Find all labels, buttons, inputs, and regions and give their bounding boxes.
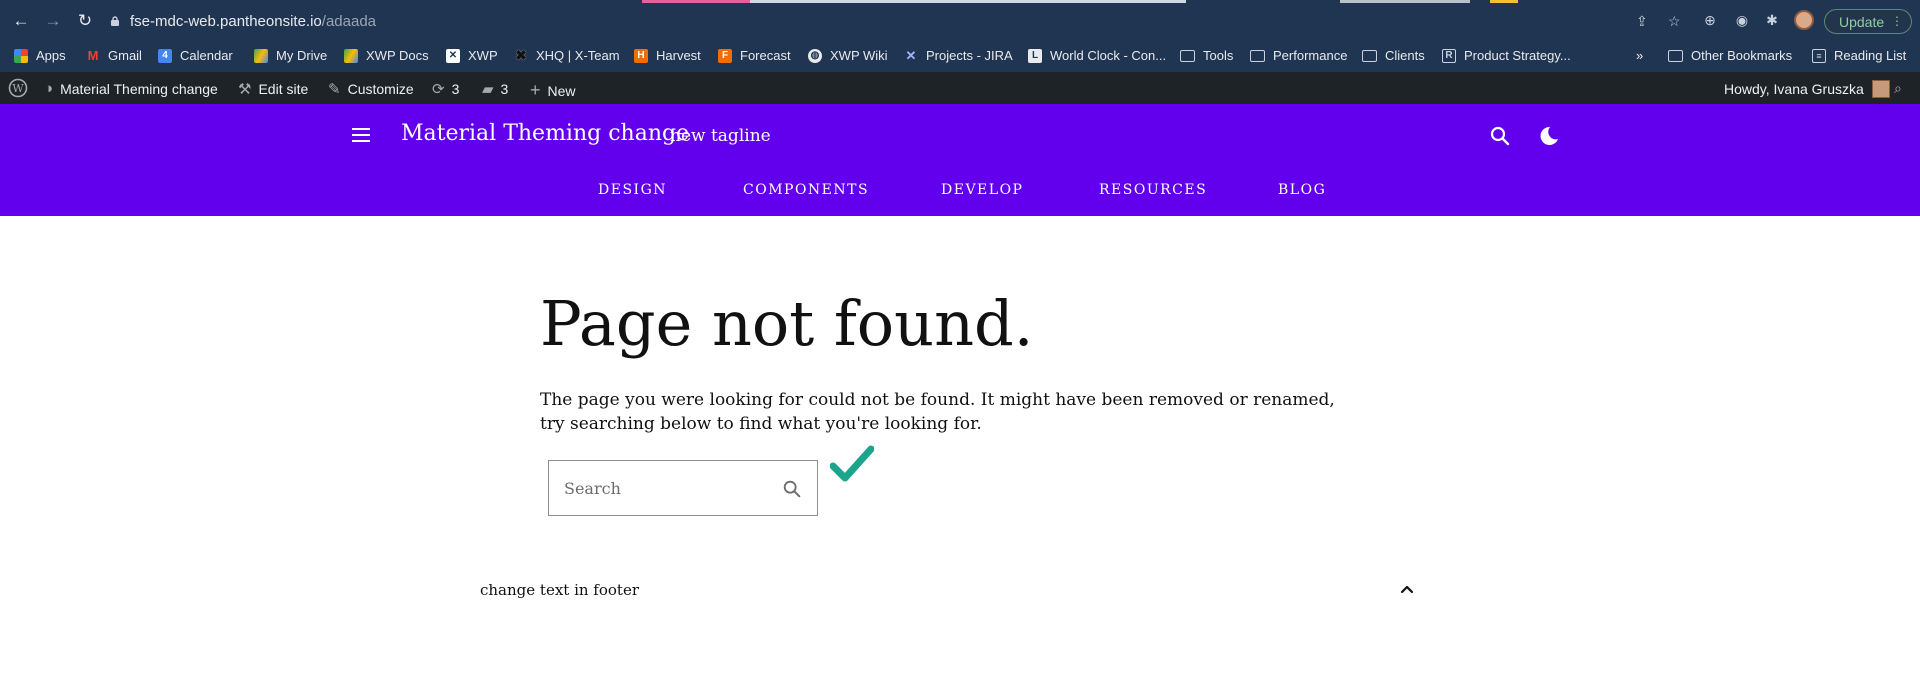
admin-comments[interactable]: ▰ 3	[482, 80, 508, 98]
browser-toolbar: ← → ↻ fse-mdc-web.pantheonsite.io/adaada…	[0, 0, 1920, 42]
folder-icon	[1668, 49, 1683, 62]
drive-icon	[344, 48, 358, 63]
apps-grid-icon	[14, 48, 28, 63]
bookmark-folder-clients[interactable]: Clients	[1362, 48, 1425, 63]
not-found-message: The page you were looking for could not …	[540, 390, 1335, 434]
tab-strip	[0, 0, 1920, 4]
folder-icon	[1250, 49, 1265, 62]
puzzle-extensions-icon[interactable]: ✱	[1762, 10, 1782, 30]
share-icon[interactable]: ⇪	[1636, 13, 1648, 30]
bookmark-folder-tools[interactable]: Tools	[1180, 48, 1233, 63]
bookmarks-bar: Apps M Gmail 4 Calendar My Drive XWP Docs …	[0, 42, 1920, 72]
chevron-up-icon[interactable]	[1398, 580, 1416, 598]
bookmark-other-bookmarks[interactable]: Other Bookmarks	[1668, 48, 1792, 63]
wp-logo-button[interactable]: W	[8, 78, 28, 98]
wordpress-icon: W	[8, 78, 28, 98]
admin-site-name[interactable]: ◑ Material Theming change	[44, 80, 218, 97]
jira-icon: ✕	[905, 47, 917, 63]
nav-item-components[interactable]: COMPONENTS	[743, 182, 869, 198]
drive-icon	[254, 48, 268, 63]
plus-icon: +	[530, 80, 541, 100]
nav-item-blog[interactable]: BLOG	[1278, 182, 1326, 198]
calendar-icon: 4	[158, 48, 172, 63]
folder-icon	[1180, 49, 1195, 62]
forward-button[interactable]: →	[40, 8, 66, 34]
bookmark-forecast[interactable]: F Forecast	[718, 48, 791, 63]
camera-extension-icon[interactable]: ◉	[1732, 10, 1752, 30]
wp-admin-bar: W ◑ Material Theming change ⚒ Edit site ✎ C…	[0, 72, 1920, 104]
dashboard-icon: ◑	[44, 80, 54, 97]
bookmark-my-drive[interactable]: My Drive	[254, 48, 327, 63]
globe-icon: ◍	[808, 48, 822, 63]
bookmark-harvest[interactable]: H Harvest	[634, 48, 701, 63]
bookmark-star-icon[interactable]: ☆	[1668, 13, 1681, 30]
menu-icon[interactable]	[352, 128, 370, 142]
update-button[interactable]: Update ⋮	[1824, 9, 1912, 34]
bookmark-folder-performance[interactable]: Performance	[1250, 48, 1347, 63]
product-strategy-icon: R	[1442, 48, 1456, 63]
address-bar[interactable]: fse-mdc-web.pantheonsite.io/adaada ⇪ ☆	[110, 9, 1690, 33]
bookmarks-overflow-button[interactable]: »	[1636, 48, 1643, 63]
checkmark-icon	[830, 445, 874, 482]
profile-avatar[interactable]	[1794, 10, 1814, 30]
more-vert-icon[interactable]: ⋮	[1891, 14, 1903, 28]
brush-icon: ✎	[328, 81, 341, 98]
bookmark-xwp-wiki[interactable]: ◍ XWP Wiki	[808, 48, 888, 63]
xwp-icon: ✕	[446, 48, 460, 63]
url-host: fse-mdc-web.pantheonsite.io	[130, 12, 322, 30]
reload-button[interactable]: ↻	[72, 8, 98, 34]
nav-item-resources[interactable]: RESOURCES	[1099, 182, 1207, 198]
bookmark-xwp[interactable]: ✕ XWP	[446, 48, 498, 63]
updates-icon: ⟳	[432, 81, 445, 98]
search-icon[interactable]	[1488, 124, 1512, 148]
bookmark-calendar[interactable]: 4 Calendar	[158, 48, 233, 63]
search-submit-icon[interactable]	[781, 478, 803, 500]
reading-list-button[interactable]: ≡ Reading List	[1812, 48, 1906, 63]
update-label: Update	[1839, 13, 1885, 30]
bookmark-xwp-docs[interactable]: XWP Docs	[344, 48, 429, 63]
admin-updates[interactable]: ⟳ 3	[432, 80, 459, 98]
hammer-icon: ⚒	[238, 81, 252, 98]
bookmark-apps[interactable]: Apps	[14, 48, 66, 63]
admin-edit-site[interactable]: ⚒ Edit site	[238, 80, 308, 98]
extension-icon[interactable]: ⊕	[1700, 10, 1720, 30]
dark-mode-moon-icon[interactable]	[1536, 124, 1560, 148]
gmail-icon: M	[87, 48, 99, 63]
user-avatar	[1871, 80, 1890, 98]
bookmark-jira[interactable]: ✕ Projects - JIRA	[904, 47, 1013, 64]
clock-icon: L	[1028, 48, 1042, 63]
footer-text: change text in footer	[480, 581, 639, 599]
site-tagline: new tagline	[670, 126, 771, 146]
nav-item-develop[interactable]: DEVELOP	[941, 182, 1023, 198]
admin-new[interactable]: + New	[530, 80, 576, 101]
search-form	[548, 460, 818, 516]
harvest-icon: H	[634, 48, 648, 63]
folder-icon	[1362, 49, 1377, 62]
x-team-icon: ✖	[515, 47, 527, 63]
nav-item-design[interactable]: DESIGN	[598, 182, 667, 198]
url-path: /adaada	[321, 12, 377, 30]
bookmark-product-strategy[interactable]: R Product Strategy...	[1442, 48, 1571, 63]
reading-list-icon: ≡	[1812, 48, 1826, 63]
svg-text:W: W	[12, 82, 24, 95]
page-title: Page not found.	[540, 287, 1034, 360]
bookmark-gmail[interactable]: M Gmail	[86, 48, 142, 63]
bookmark-world-clock[interactable]: L World Clock - Con...	[1028, 48, 1166, 63]
site-title[interactable]: Material Theming change	[401, 121, 689, 146]
search-input[interactable]	[564, 476, 764, 500]
comment-icon: ▰	[482, 81, 494, 98]
forecast-icon: F	[718, 48, 732, 63]
admin-customize[interactable]: ✎ Customize	[328, 80, 414, 98]
admin-my-account[interactable]: Howdy, Ivana Gruszka	[1724, 80, 1890, 98]
site-header: Material Theming change new tagline DESI…	[0, 104, 1920, 216]
bookmark-xhq[interactable]: ✖ XHQ | X-Team	[514, 47, 619, 63]
back-button[interactable]: ←	[8, 8, 34, 34]
lock-icon	[111, 16, 119, 26]
admin-search-icon[interactable]: ⌕	[1894, 80, 1902, 97]
